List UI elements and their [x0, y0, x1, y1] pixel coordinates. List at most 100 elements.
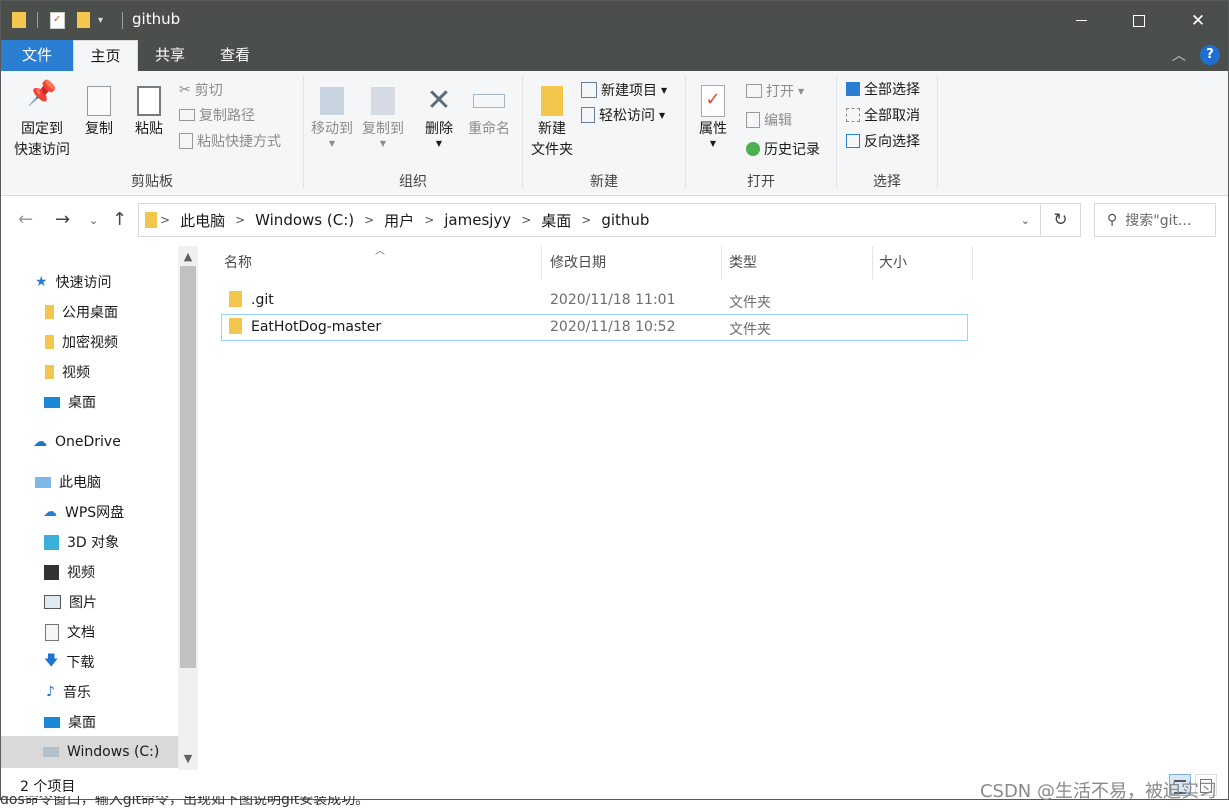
help-icon[interactable]: ?: [1200, 45, 1220, 65]
pin-to-quick-access-button[interactable]: 📌 固定到 快速访问: [7, 81, 77, 161]
column-header-type[interactable]: 类型: [729, 246, 757, 280]
desktop-icon: [44, 716, 60, 728]
nav-this-pc[interactable]: 此电脑: [35, 468, 101, 496]
paste-button[interactable]: 粘贴: [128, 83, 170, 140]
nav-item-videos[interactable]: 视频: [45, 358, 90, 386]
open-dropdown-icon: ▼: [798, 86, 805, 96]
chevron-right-icon[interactable]: >: [581, 213, 591, 227]
nav-item-music[interactable]: ♪ 音乐: [46, 678, 91, 706]
chevron-right-icon[interactable]: >: [364, 213, 374, 227]
new-folder-button[interactable]: 新建 文件夹: [527, 83, 577, 161]
refresh-button[interactable]: ↻: [1041, 203, 1081, 237]
picture-icon: [44, 595, 61, 609]
properties-dropdown-icon: ▼: [709, 139, 717, 148]
recent-locations-chevron-icon[interactable]: ⌄: [89, 214, 98, 227]
nav-item-documents[interactable]: 文档: [45, 618, 95, 646]
copy-to-button[interactable]: 复制到 ▼: [357, 83, 409, 148]
easy-access-icon: [581, 107, 595, 123]
address-bar[interactable]: > 此电脑 > Windows (C:) > 用户 > jamesjyy > 桌…: [138, 203, 1041, 237]
breadcrumb-this-pc[interactable]: 此电脑: [180, 210, 225, 231]
breadcrumb-desktop[interactable]: 桌面: [541, 210, 571, 231]
breadcrumb-github[interactable]: github: [601, 211, 649, 229]
chevron-right-icon[interactable]: >: [235, 213, 245, 227]
up-arrow-icon[interactable]: ↑: [112, 209, 127, 230]
breadcrumb-user[interactable]: jamesjyy: [444, 211, 511, 229]
delete-button[interactable]: ✕ 删除 ▼: [417, 83, 461, 148]
clipboard-group: 📌 固定到 快速访问 复制 粘贴 ✂ 剪切 复制路径 粘贴快捷方式 剪贴板: [1, 71, 303, 195]
copy-path-button[interactable]: 复制路径: [179, 103, 255, 127]
column-divider[interactable]: [541, 246, 542, 280]
column-header-size[interactable]: 大小: [879, 246, 907, 280]
column-divider[interactable]: [972, 246, 973, 280]
folder-icon: [229, 291, 242, 311]
maximize-button[interactable]: [1109, 1, 1169, 40]
nav-item-3d-objects[interactable]: 3D 对象: [44, 528, 119, 556]
nav-item-encrypted-video[interactable]: 加密视频: [45, 328, 118, 356]
new-item-button[interactable]: 新建项目 ▼: [581, 78, 667, 102]
scroll-down-icon[interactable]: ▼: [178, 752, 198, 765]
chevron-right-icon[interactable]: >: [160, 213, 170, 227]
edit-button[interactable]: 编辑: [746, 108, 792, 132]
history-button[interactable]: 历史记录: [746, 137, 820, 161]
nav-scrollbar[interactable]: ▲ ▼: [178, 246, 198, 770]
invert-selection-button[interactable]: 反向选择: [846, 129, 920, 153]
nav-music-label: 音乐: [62, 685, 91, 701]
table-row[interactable]: EatHotDog-master 2020/11/18 10:52 文件夹: [221, 314, 968, 341]
nav-item-desktop[interactable]: 桌面: [44, 388, 96, 416]
breadcrumb-drive-c[interactable]: Windows (C:): [255, 211, 354, 229]
nav-quick-access[interactable]: ★ 快速访问: [35, 268, 112, 296]
chevron-right-icon[interactable]: >: [424, 213, 434, 227]
column-divider[interactable]: [872, 246, 873, 280]
file-date: 2020/11/18 11:01: [550, 292, 676, 308]
tab-view[interactable]: 查看: [203, 40, 267, 71]
properties-quick-icon[interactable]: ✓: [50, 11, 65, 29]
select-none-button[interactable]: 全部取消: [846, 103, 920, 127]
paste-shortcut-button[interactable]: 粘贴快捷方式: [179, 129, 281, 153]
minimize-button[interactable]: [1051, 1, 1111, 40]
nav-onedrive[interactable]: ☁ OneDrive: [33, 428, 121, 456]
paste-shortcut-label: 粘贴快捷方式: [197, 134, 281, 150]
nav-scrollbar-thumb[interactable]: [180, 266, 196, 668]
nav-item-public-desktop[interactable]: 公用桌面: [45, 298, 118, 326]
open-button[interactable]: 打开 ▼: [746, 79, 804, 103]
move-to-dropdown-icon: ▼: [328, 139, 336, 148]
cut-button[interactable]: ✂ 剪切: [179, 78, 223, 102]
nav-item-pc-videos[interactable]: 视频: [44, 558, 95, 586]
copy-button[interactable]: 复制: [78, 83, 120, 140]
collapse-ribbon-icon[interactable]: ︿: [1172, 45, 1186, 65]
file-name: .git: [251, 292, 274, 308]
column-divider[interactable]: [721, 246, 722, 280]
select-all-button[interactable]: 全部选择: [846, 77, 920, 101]
nav-item-pictures[interactable]: 图片: [44, 588, 97, 616]
table-row[interactable]: .git 2020/11/18 11:01 文件夹: [221, 288, 967, 314]
column-header-date[interactable]: 修改日期: [550, 246, 606, 280]
nav-item-wps-drive[interactable]: ☁ WPS网盘: [43, 498, 124, 526]
pin-label-1: 固定到: [21, 121, 63, 137]
nav-item-downloads[interactable]: 🡇 下载: [44, 648, 94, 676]
address-dropdown-icon[interactable]: ⌄: [1021, 214, 1030, 227]
back-arrow-icon[interactable]: ←: [18, 209, 33, 230]
nav-item-pc-desktop[interactable]: 桌面: [44, 708, 96, 736]
move-to-button[interactable]: 移动到 ▼: [307, 83, 357, 148]
open-icon: [746, 84, 762, 98]
column-header-name[interactable]: 名称: [224, 246, 252, 280]
forward-arrow-icon[interactable]: →: [55, 209, 70, 230]
tab-home[interactable]: 主页: [73, 40, 138, 71]
search-box[interactable]: ⚲ 搜索"git...: [1094, 203, 1216, 237]
tab-share[interactable]: 共享: [139, 40, 201, 71]
scroll-up-icon[interactable]: ▲: [178, 250, 198, 263]
organize-group-label: 组织: [399, 174, 427, 190]
chevron-right-icon[interactable]: >: [521, 213, 531, 227]
folder-icon: [229, 318, 242, 338]
customize-toolbar-chevron-icon[interactable]: ▾: [98, 15, 103, 26]
folder-icon: [45, 335, 54, 349]
close-button[interactable]: ✕: [1168, 1, 1228, 40]
breadcrumb-users[interactable]: 用户: [384, 210, 414, 231]
new-folder-quick-icon[interactable]: [77, 12, 90, 28]
rename-button[interactable]: 重命名: [464, 83, 514, 140]
nav-item-drive-c[interactable]: Windows (C:): [43, 738, 159, 766]
properties-button[interactable]: ✓ 属性 ▼: [692, 83, 734, 148]
tab-file[interactable]: 文件: [1, 40, 73, 71]
nav-onedrive-label: OneDrive: [55, 434, 121, 450]
easy-access-button[interactable]: 轻松访问 ▼: [581, 103, 665, 127]
